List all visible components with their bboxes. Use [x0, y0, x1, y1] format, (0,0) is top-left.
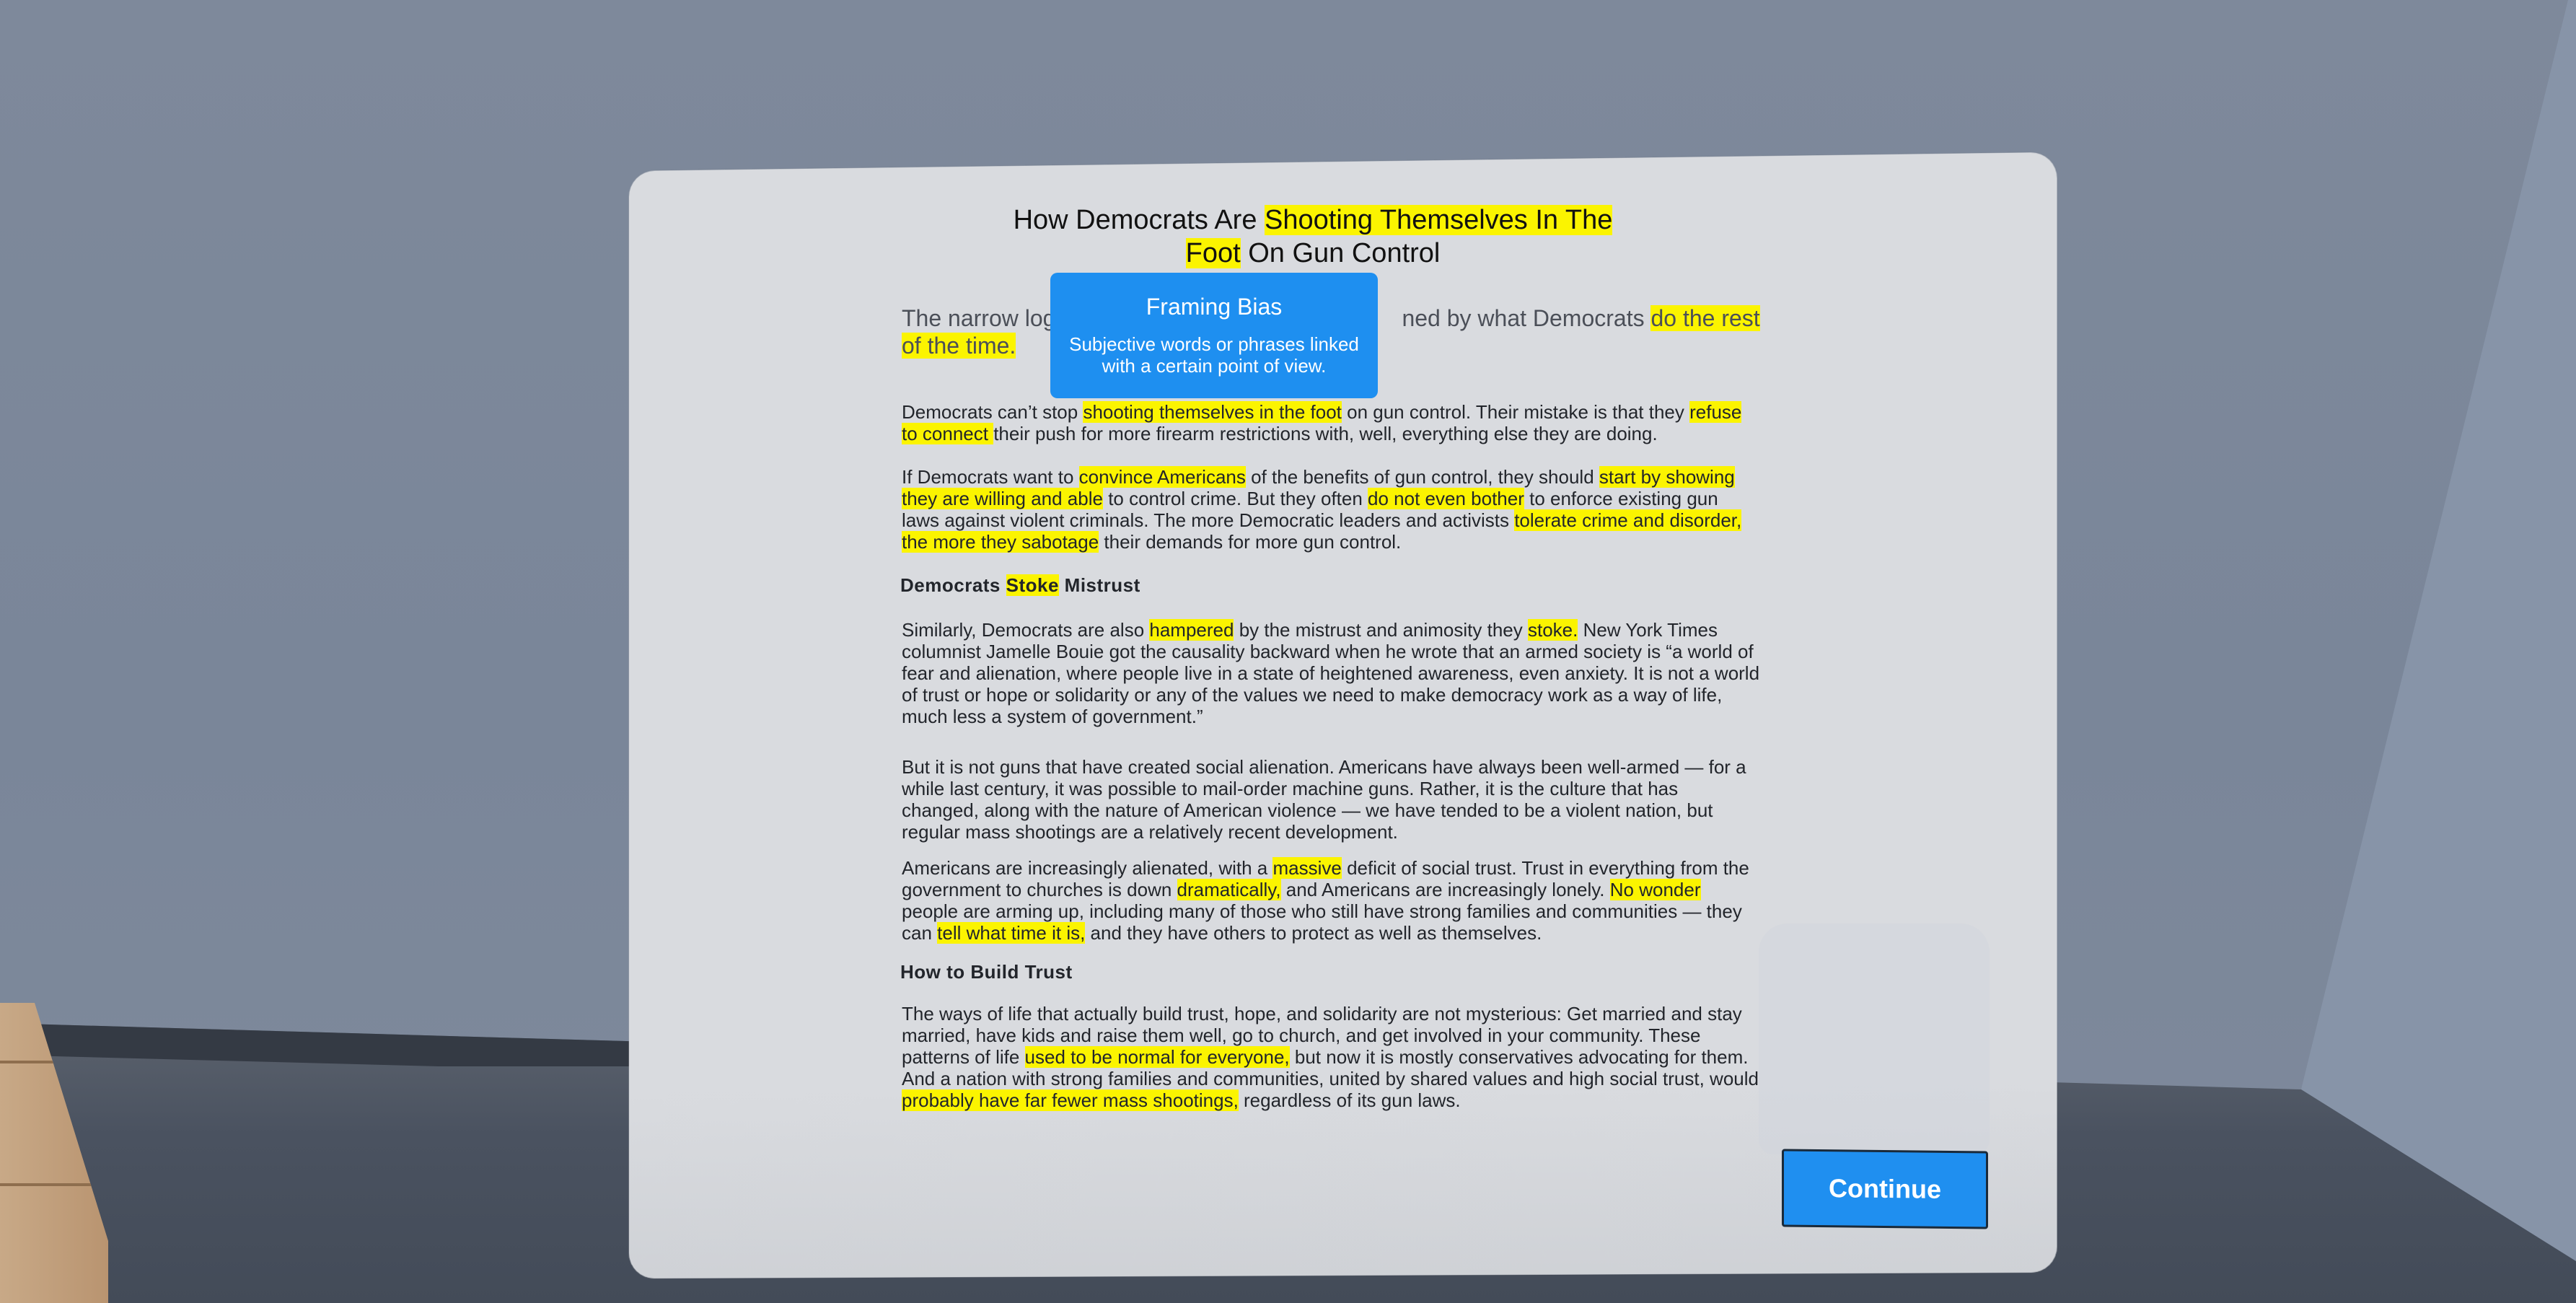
paragraph-2: If Democrats want to convince Americans … — [902, 466, 1760, 553]
text-span: on gun control. Their mistake is that th… — [1342, 401, 1689, 423]
text-span: regardless of its gun laws. — [1239, 1089, 1461, 1111]
text-span: and Americans are increasingly lonely. — [1281, 879, 1610, 900]
bias-highlight[interactable]: No wonder — [1610, 879, 1701, 900]
bias-highlight[interactable]: massive — [1272, 857, 1341, 879]
bias-highlight[interactable]: hampered — [1149, 619, 1234, 641]
paragraph-6: The ways of life that actually build tru… — [902, 1003, 1760, 1111]
bias-highlight[interactable]: do not even bother — [1368, 488, 1524, 509]
title-text: How Democrats Are — [1014, 205, 1265, 235]
text-span: Americans are increasingly alienated, wi… — [902, 857, 1272, 879]
bias-highlight[interactable]: dramatically, — [1177, 879, 1281, 900]
paragraph-5: Americans are increasingly alienated, wi… — [902, 857, 1760, 944]
text-span: by the mistrust and animosity they — [1234, 619, 1528, 641]
bias-highlight[interactable]: convince Americans — [1079, 466, 1246, 488]
bias-highlight[interactable]: used to be normal for everyone, — [1025, 1046, 1290, 1068]
bias-highlight[interactable]: Stoke — [1006, 574, 1059, 596]
lede-text: ned by what Democrats — [1402, 305, 1650, 331]
cabinet-drawer-line — [0, 1183, 94, 1186]
bias-highlight[interactable]: tell what time it is, — [937, 922, 1085, 944]
title-text: On Gun Control — [1241, 238, 1441, 268]
tooltip-title: Framing Bias — [1050, 293, 1378, 320]
bias-highlight[interactable]: stoke. — [1528, 619, 1578, 641]
text-span: Mistrust — [1059, 574, 1140, 596]
subhead-build-trust: How to Build Trust — [900, 961, 1759, 983]
text-span: Similarly, Democrats are also — [902, 619, 1149, 641]
text-span: their demands for more gun control. — [1099, 531, 1401, 553]
text-span: their push for more firearm restrictions… — [993, 423, 1658, 444]
paragraph-4: But it is not guns that have created soc… — [902, 756, 1760, 843]
subhead-mistrust: Democrats Stoke Mistrust — [900, 574, 1759, 597]
continue-button[interactable]: Continue — [1782, 1149, 1988, 1229]
bias-highlight[interactable]: probably have far fewer mass shootings, — [902, 1089, 1239, 1111]
framing-bias-tooltip: Framing Bias Subjective words or phrases… — [1050, 273, 1378, 398]
article-title: How Democrats Are Shooting Themselves In… — [988, 203, 1638, 270]
text-span: of the benefits of gun control, they sho… — [1246, 466, 1599, 488]
lede-text: The narrow log — [902, 305, 1055, 331]
text-span: and they have others to protect as well … — [1085, 922, 1542, 944]
paragraph-3: Similarly, Democrats are also hampered b… — [902, 619, 1760, 727]
text-span: Democrats can’t stop — [902, 401, 1083, 423]
text-span: If Democrats want to — [902, 466, 1079, 488]
tooltip-description: Subjective words or phrases linked with … — [1066, 333, 1362, 377]
text-span: Democrats — [900, 574, 1006, 596]
bias-highlight[interactable]: shooting themselves in the foot — [1083, 401, 1341, 423]
waste-bin — [1759, 923, 1990, 1154]
paragraph-1: Democrats can’t stop shooting themselves… — [902, 401, 1760, 444]
text-span: to control crime. But they often — [1103, 488, 1368, 509]
